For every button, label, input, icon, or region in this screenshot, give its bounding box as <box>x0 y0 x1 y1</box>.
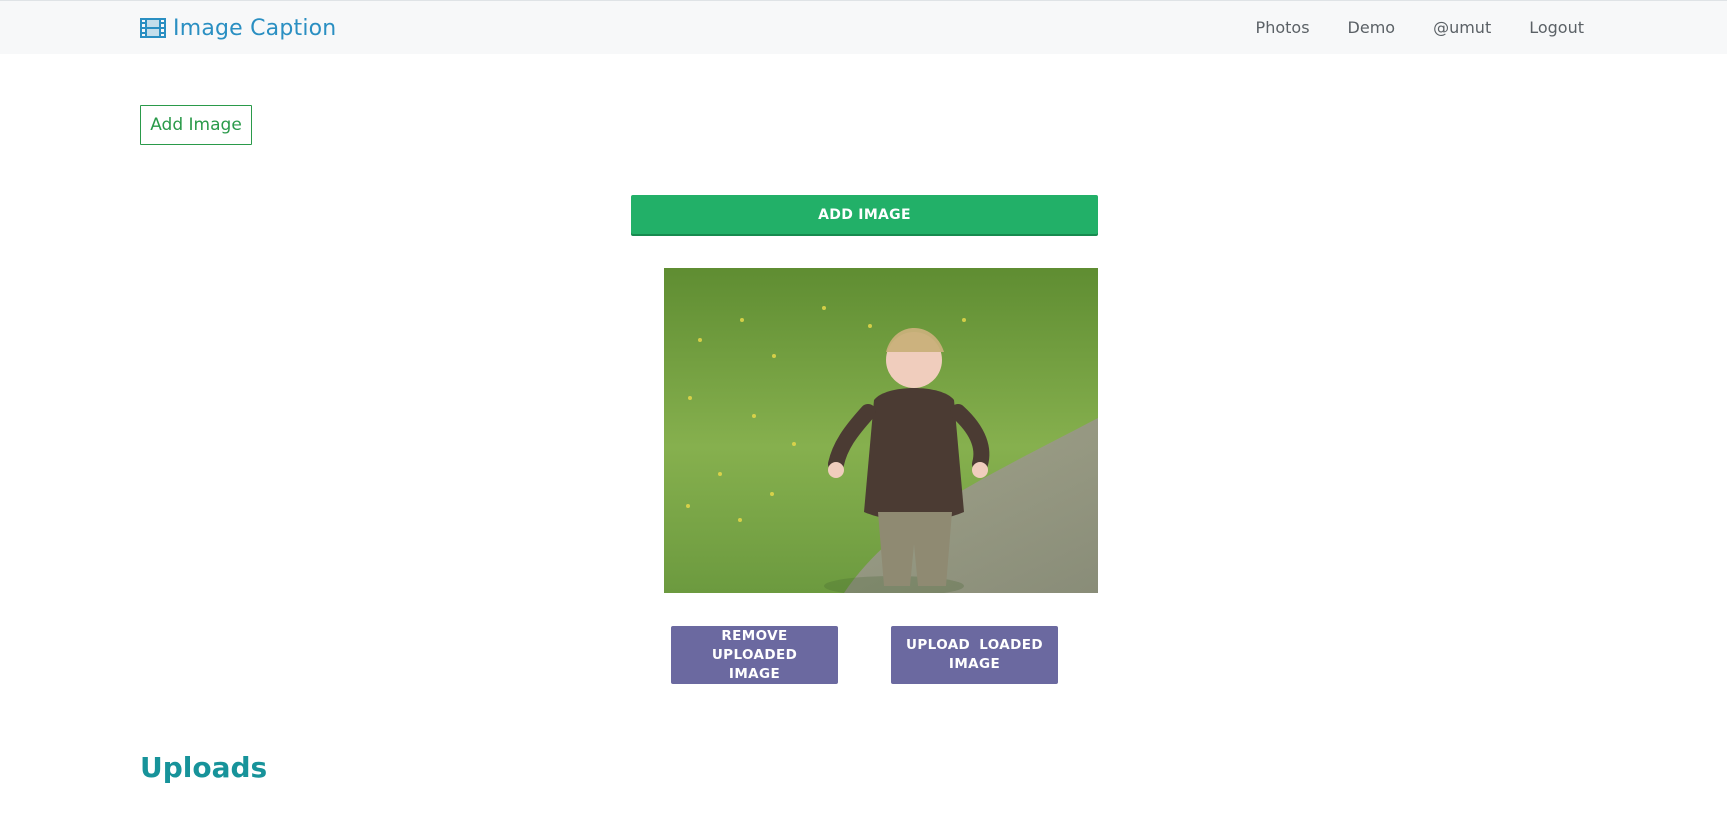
nav-link-photos[interactable]: Photos <box>1256 18 1310 37</box>
brand-link[interactable]: Image Caption <box>140 12 336 44</box>
nav-link-user[interactable]: @umut <box>1433 18 1491 37</box>
brand-title: Image Caption <box>173 15 337 41</box>
photo-preview <box>664 268 1098 593</box>
photo-preview-image <box>664 268 1098 593</box>
add-image-outline-button[interactable]: Add Image <box>140 105 252 145</box>
nav-link-demo[interactable]: Demo <box>1348 18 1396 37</box>
upload-loaded-image-button[interactable]: UPLOAD LOADED IMAGE <box>891 626 1058 684</box>
add-image-primary-button[interactable]: ADD IMAGE <box>631 195 1098 234</box>
uploads-title: Uploads <box>140 751 268 784</box>
film-icon <box>140 18 166 38</box>
remove-uploaded-image-button[interactable]: REMOVE UPLOADED IMAGE <box>671 626 838 684</box>
nav-links: Photos Demo @umut Logout <box>1256 18 1584 37</box>
nav-link-logout[interactable]: Logout <box>1529 18 1584 37</box>
top-navbar: Image Caption Photos Demo @umut Logout <box>0 0 1727 54</box>
